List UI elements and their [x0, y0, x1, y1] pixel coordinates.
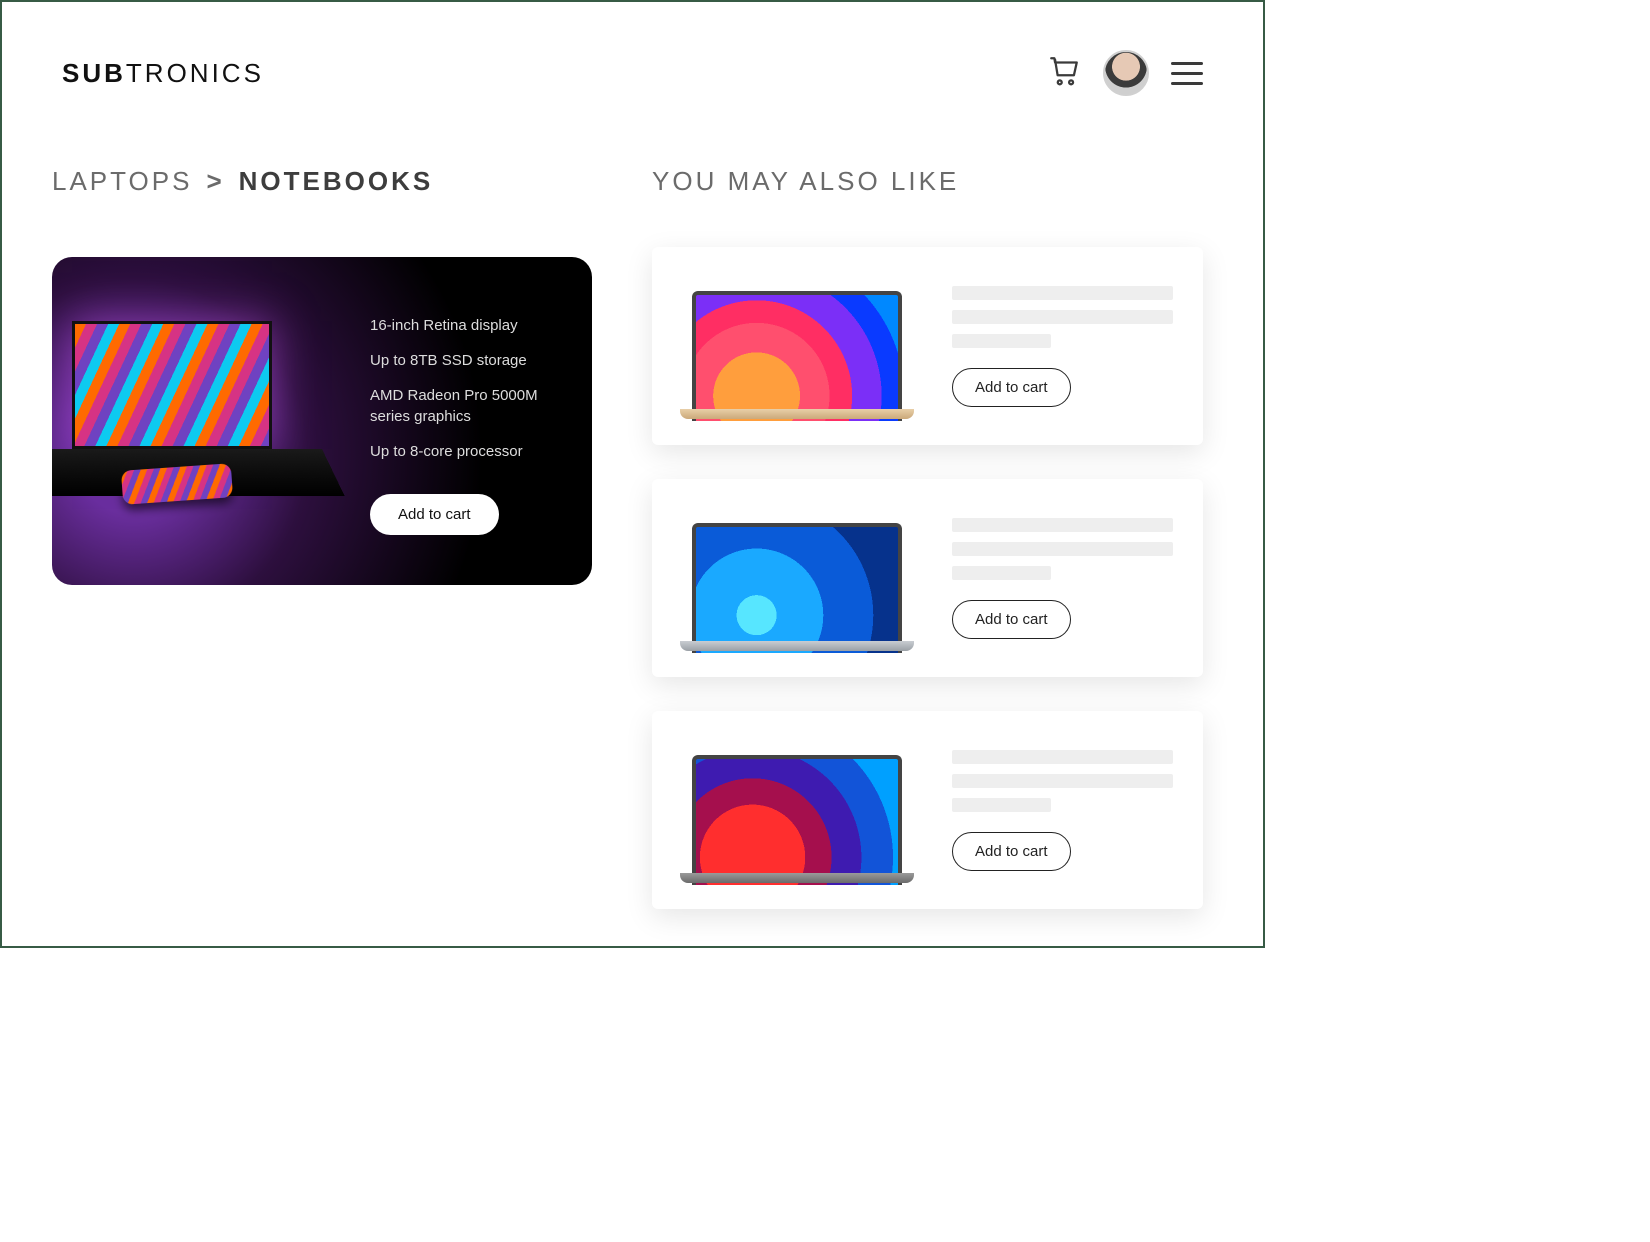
placeholder-line: [952, 566, 1051, 580]
laptop-base: [680, 873, 914, 883]
placeholder-line: [952, 286, 1173, 300]
avatar[interactable]: [1103, 50, 1149, 96]
breadcrumb: LAPTOPS > NOTEBOOKS: [52, 166, 592, 197]
recommend-info: Add to cart: [952, 286, 1173, 407]
placeholder-line: [952, 518, 1173, 532]
placeholder-line: [952, 774, 1173, 788]
recommend-thumb: [682, 735, 912, 885]
spec-line: Up to 8-core processor: [370, 441, 568, 462]
recommend-column: YOU MAY ALSO LIKE Add to cart: [652, 166, 1203, 943]
placeholder-line: [952, 334, 1051, 348]
logo[interactable]: SUBTRONICS: [62, 58, 264, 89]
hero-laptop-screen: [72, 321, 272, 449]
placeholder-line: [952, 798, 1051, 812]
hero-specs: 16-inch Retina display Up to 8TB SSD sto…: [370, 315, 568, 535]
laptop-image: [692, 291, 902, 421]
header: SUBTRONICS: [2, 2, 1263, 96]
product-column: LAPTOPS > NOTEBOOKS 16-inch Retina displ…: [52, 166, 592, 943]
product-hero: 16-inch Retina display Up to 8TB SSD sto…: [52, 257, 592, 585]
add-to-cart-button[interactable]: Add to cart: [952, 600, 1071, 639]
header-actions: [1047, 50, 1203, 96]
recommend-info: Add to cart: [952, 750, 1173, 871]
laptop-base: [680, 409, 914, 419]
hero-phone: [121, 463, 233, 505]
recommend-card[interactable]: Add to cart: [652, 247, 1203, 445]
placeholder-line: [952, 542, 1173, 556]
recommend-card[interactable]: Add to cart: [652, 479, 1203, 677]
recommend-title: YOU MAY ALSO LIKE: [652, 166, 1203, 197]
laptop-image: [692, 755, 902, 885]
spec-line: Up to 8TB SSD storage: [370, 350, 568, 371]
logo-light: TRONICS: [126, 58, 264, 88]
placeholder-line: [952, 750, 1173, 764]
recommend-info: Add to cart: [952, 518, 1173, 639]
recommend-thumb: [682, 503, 912, 653]
recommend-card[interactable]: Add to cart: [652, 711, 1203, 909]
add-to-cart-button[interactable]: Add to cart: [952, 368, 1071, 407]
chevron-right-icon: >: [206, 166, 224, 197]
add-to-cart-button[interactable]: Add to cart: [370, 494, 499, 535]
spec-line: 16-inch Retina display: [370, 315, 568, 336]
placeholder-line: [952, 310, 1173, 324]
add-to-cart-button[interactable]: Add to cart: [952, 832, 1071, 871]
spec-line: AMD Radeon Pro 5000M series graphics: [370, 385, 568, 427]
breadcrumb-current: NOTEBOOKS: [239, 166, 434, 197]
breadcrumb-parent[interactable]: LAPTOPS: [52, 166, 192, 197]
laptop-base: [680, 641, 914, 651]
recommend-thumb: [682, 271, 912, 421]
laptop-image: [692, 523, 902, 653]
logo-bold: SUB: [62, 58, 126, 88]
main: LAPTOPS > NOTEBOOKS 16-inch Retina displ…: [2, 96, 1263, 943]
cart-icon[interactable]: [1047, 54, 1081, 93]
menu-icon[interactable]: [1171, 62, 1203, 85]
